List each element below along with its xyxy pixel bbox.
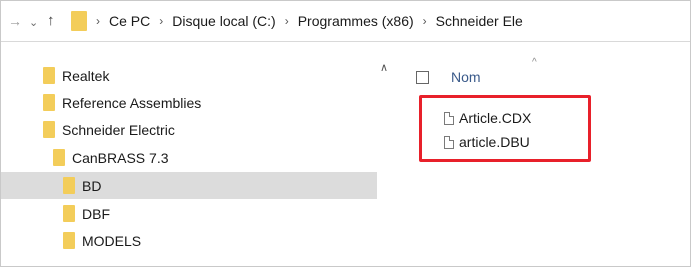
breadcrumb-disque-local[interactable]: Disque local (C:) (172, 8, 275, 34)
folder-icon (63, 177, 75, 194)
file-item-article-dbu[interactable]: article.DBU (444, 132, 530, 152)
address-bar[interactable]: › Ce PC › Disque local (C:) › Programmes… (71, 8, 690, 34)
file-icon (444, 135, 454, 149)
tree-item-models[interactable]: MODELS (1, 227, 377, 254)
breadcrumb-separator: › (159, 14, 164, 28)
select-all-checkbox[interactable] (416, 70, 429, 84)
folder-icon (53, 149, 65, 166)
tree-item-label: Realtek (62, 67, 110, 84)
tree-item-label: Schneider Electric (62, 121, 175, 138)
column-header-name[interactable]: Nom (451, 69, 481, 85)
breadcrumb-schneider-electric[interactable]: Schneider Ele (436, 8, 523, 34)
back-arrow-icon[interactable]: → (8, 12, 22, 30)
up-arrow-icon[interactable]: ↑ (47, 12, 55, 30)
sort-ascending-icon: ^ (532, 57, 537, 68)
tree-item-realtek[interactable]: Realtek (1, 62, 377, 89)
file-explorer-window: → ⌄ ↑ › Ce PC › Disque local (C:) › Prog… (0, 0, 691, 267)
navigation-scrollbar[interactable] (378, 45, 392, 266)
tree-item-label: DBF (82, 205, 110, 222)
folder-location-icon (71, 11, 87, 31)
folder-icon (43, 94, 55, 111)
breadcrumb-ce-pc[interactable]: Ce PC (109, 8, 150, 34)
tree-item-label: CanBRASS 7.3 (72, 149, 169, 166)
content-pane: ^ Nom Article.CDX article.DBU (396, 45, 690, 266)
tree-item-reference-assemblies[interactable]: Reference Assemblies (1, 89, 377, 116)
tree-item-dbf[interactable]: DBF (1, 200, 377, 227)
breadcrumb-separator: › (422, 14, 427, 28)
address-bar-row: → ⌄ ↑ › Ce PC › Disque local (C:) › Prog… (1, 1, 690, 42)
folder-icon (43, 67, 55, 84)
file-name: article.DBU (459, 134, 530, 150)
column-header-row: Nom (416, 65, 481, 89)
breadcrumb-separator: › (96, 14, 100, 28)
file-name: Article.CDX (459, 110, 532, 126)
breadcrumb-programmes-x86[interactable]: Programmes (x86) (298, 8, 414, 34)
folder-icon (43, 121, 55, 138)
file-item-article-cdx[interactable]: Article.CDX (444, 108, 531, 128)
tree-item-label: Reference Assemblies (62, 94, 202, 111)
tree-item-label: BD (82, 177, 102, 194)
tree-item-schneider-electric[interactable]: Schneider Electric (1, 116, 377, 143)
tree-item-canbrass[interactable]: CanBRASS 7.3 (1, 144, 377, 171)
tree-item-label: MODELS (82, 232, 142, 249)
folder-icon (63, 205, 75, 222)
navigation-pane: Realtek Reference Assemblies Schneider E… (1, 59, 377, 266)
folder-icon (63, 232, 75, 249)
scroll-up-chevron-icon[interactable]: ∧ (380, 61, 388, 74)
tree-item-bd[interactable]: BD (1, 172, 377, 199)
breadcrumb-separator: › (284, 14, 289, 28)
file-icon (444, 111, 454, 125)
recent-locations-chevron-icon[interactable]: ⌄ (29, 14, 38, 32)
